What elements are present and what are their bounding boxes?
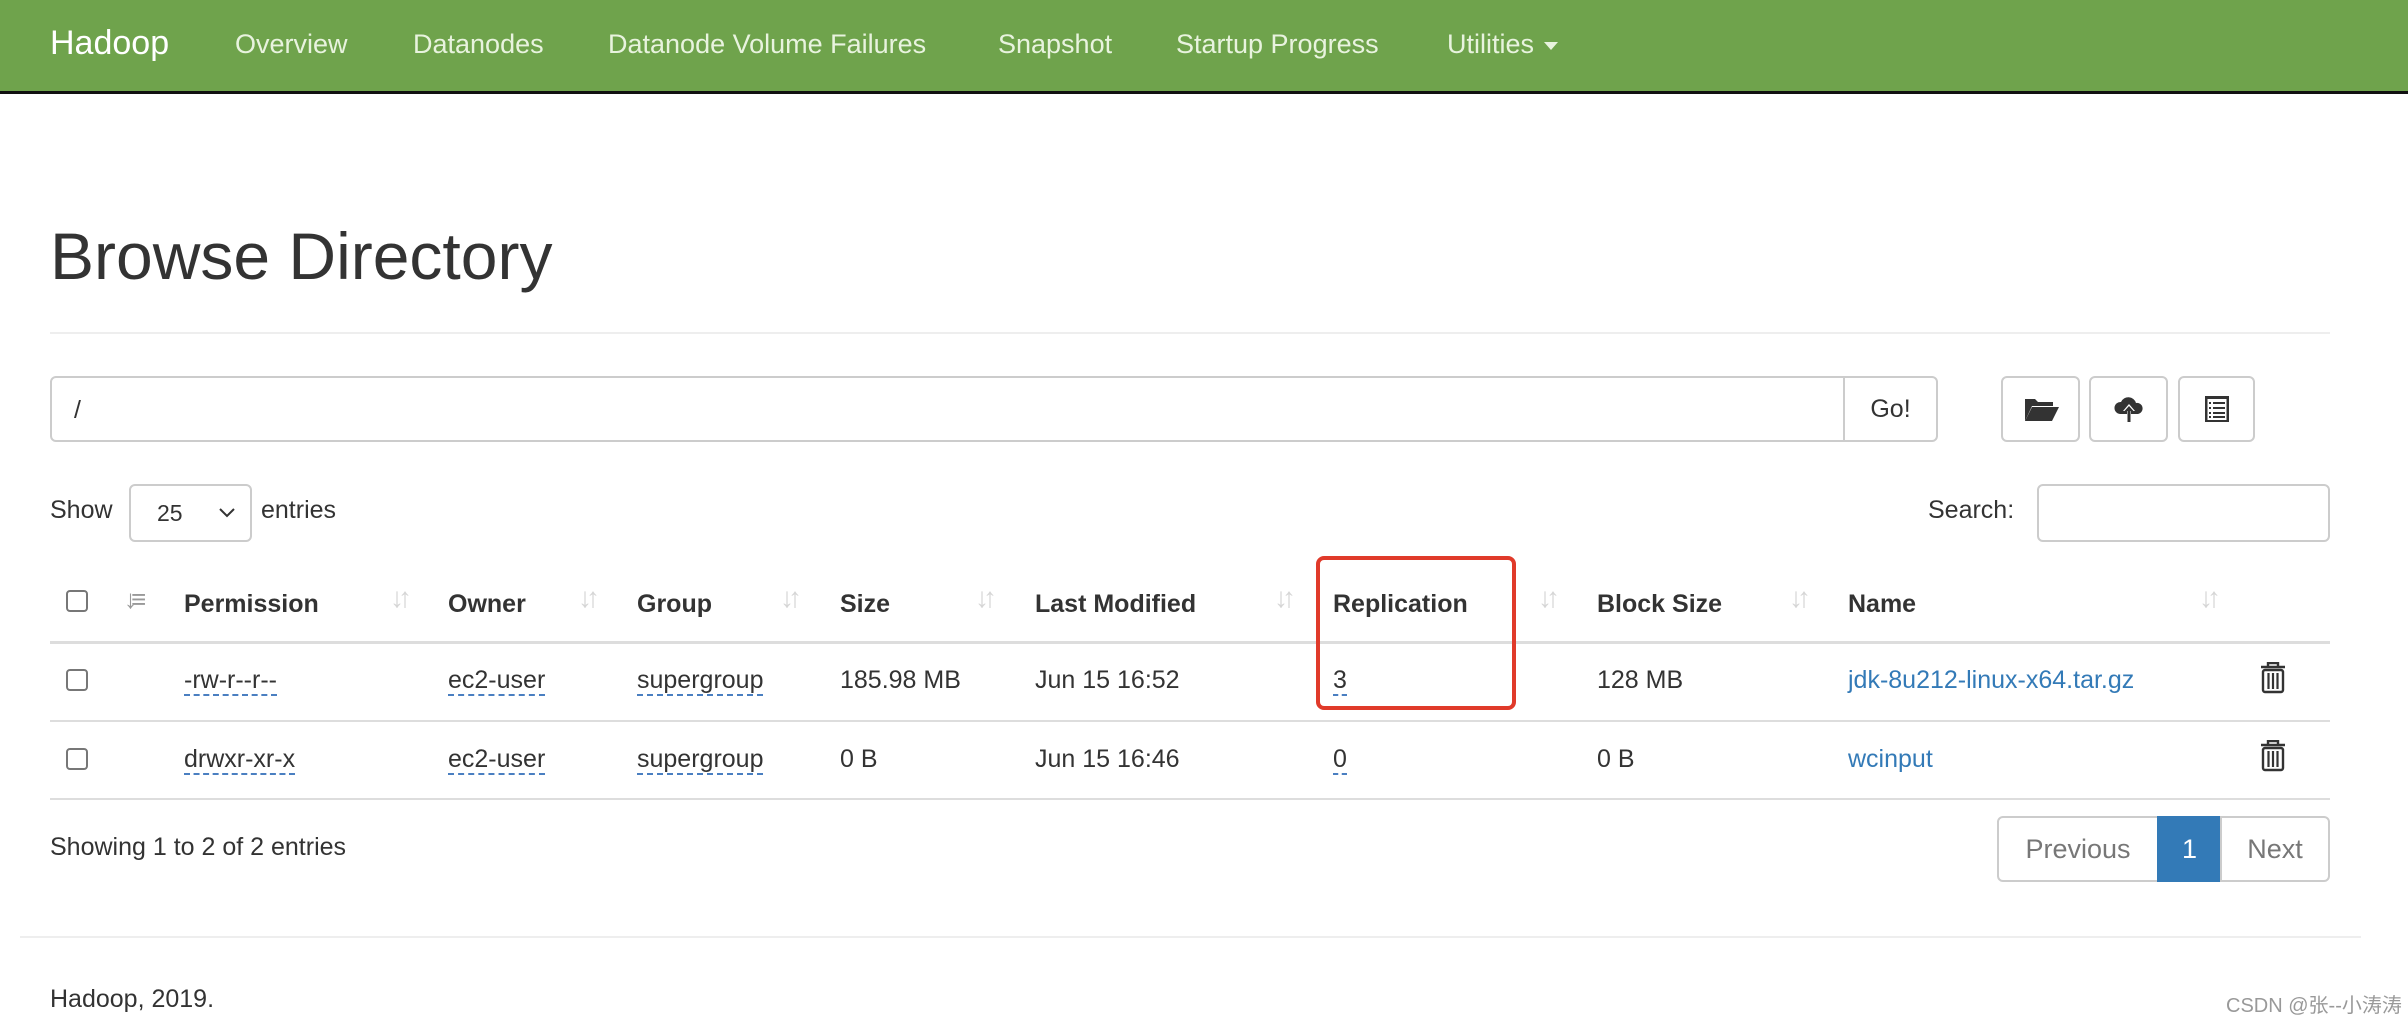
divider — [50, 332, 2330, 334]
footer-text: Hadoop, 2019. — [50, 985, 215, 1013]
permission-cell[interactable]: -rw-r--r-- — [184, 666, 277, 696]
header-block-size[interactable]: Block Size — [1597, 590, 1722, 619]
row-checkbox[interactable] — [66, 669, 88, 691]
folder-open-icon — [2024, 399, 2059, 421]
group-cell[interactable]: supergroup — [637, 666, 764, 696]
nav-startup-progress[interactable]: Startup Progress — [1176, 29, 1379, 60]
owner-cell[interactable]: ec2-user — [448, 745, 546, 775]
row-divider — [50, 720, 2330, 722]
name-link[interactable]: jdk-8u212-linux-x64.tar.gz — [1848, 666, 2134, 695]
table-row: -rw-r--r-- — [184, 666, 277, 696]
upload-button[interactable] — [2089, 376, 2168, 442]
header-size[interactable]: Size — [840, 590, 890, 619]
entries-select[interactable]: 25 — [129, 484, 252, 542]
sort-icon[interactable]: ↓↑ — [1538, 582, 1560, 614]
cut-paste-button[interactable] — [2178, 376, 2255, 442]
brand-link[interactable]: Hadoop — [50, 24, 169, 63]
sort-icon[interactable]: ↓↑ — [578, 582, 600, 614]
size-cell: 0 B — [840, 745, 878, 773]
sort-icon[interactable]: ↓↑ — [390, 582, 412, 614]
cloud-upload-icon — [2113, 397, 2143, 422]
nav-datanode-volume-failures[interactable]: Datanode Volume Failures — [608, 29, 926, 60]
previous-button[interactable]: Previous — [1997, 816, 2159, 882]
modified-cell: Jun 15 16:46 — [1035, 745, 1180, 773]
nav-utilities-label: Utilities — [1447, 29, 1535, 59]
entries-label: entries — [261, 496, 337, 524]
nav-utilities[interactable]: Utilities — [1447, 29, 1559, 60]
size-cell: 185.98 MB — [840, 666, 961, 694]
go-button[interactable]: Go! — [1843, 376, 1938, 442]
sort-icon[interactable]: ↓↑ — [1274, 582, 1296, 614]
entries-select-value: 25 — [157, 499, 183, 526]
create-directory-button[interactable] — [2001, 376, 2080, 442]
sort-icon[interactable]: ↓↑ — [975, 582, 997, 614]
chevron-down-icon — [219, 508, 235, 518]
modified-cell: Jun 15 16:52 — [1035, 666, 1180, 694]
header-permission[interactable]: Permission — [184, 590, 319, 619]
page-1-button[interactable]: 1 — [2157, 816, 2222, 882]
footer-divider — [20, 936, 2361, 938]
sort-icon[interactable]: ↓↑ — [2199, 582, 2221, 614]
header-name[interactable]: Name — [1848, 590, 1916, 619]
header-owner[interactable]: Owner — [448, 590, 526, 619]
search-input[interactable] — [2037, 484, 2330, 542]
table-info: Showing 1 to 2 of 2 entries — [50, 833, 347, 861]
table-row: drwxr-xr-x — [184, 745, 296, 775]
name-link[interactable]: wcinput — [1848, 745, 1933, 774]
next-button[interactable]: Next — [2220, 816, 2330, 882]
path-input[interactable]: / — [50, 376, 1896, 442]
sort-icon[interactable]: ↓↑ — [1789, 582, 1811, 614]
trash-icon[interactable] — [2260, 740, 2286, 772]
search-label: Search: — [1928, 496, 2015, 524]
header-last-modified[interactable]: Last Modified — [1035, 590, 1196, 619]
list-alt-icon — [2204, 396, 2229, 422]
trash-icon[interactable] — [2260, 662, 2286, 694]
highlight-box — [1316, 556, 1516, 710]
watermark: CSDN @张--小涛涛 — [2226, 995, 2402, 1017]
permission-cell[interactable]: drwxr-xr-x — [184, 745, 296, 775]
select-all-checkbox[interactable] — [66, 590, 88, 612]
row-divider — [50, 798, 2330, 800]
sort-icon[interactable]: ↓↑ — [780, 582, 802, 614]
block-size-cell: 0 B — [1597, 745, 1635, 773]
owner-cell[interactable]: ec2-user — [448, 666, 546, 696]
header-border — [50, 641, 2330, 644]
nav-snapshot[interactable]: Snapshot — [998, 29, 1112, 60]
group-cell[interactable]: supergroup — [637, 745, 764, 775]
nav-datanodes[interactable]: Datanodes — [413, 29, 544, 60]
block-size-cell: 128 MB — [1597, 666, 1684, 694]
nav-overview[interactable]: Overview — [235, 29, 348, 60]
sort-icon[interactable]: ↓≡ — [124, 584, 146, 615]
replication-cell[interactable]: 0 — [1333, 745, 1347, 775]
show-label: Show — [50, 496, 113, 524]
row-checkbox[interactable] — [66, 748, 88, 770]
page-title: Browse Directory — [50, 219, 553, 293]
header-group[interactable]: Group — [637, 590, 712, 619]
caret-down-icon — [1544, 41, 1559, 50]
